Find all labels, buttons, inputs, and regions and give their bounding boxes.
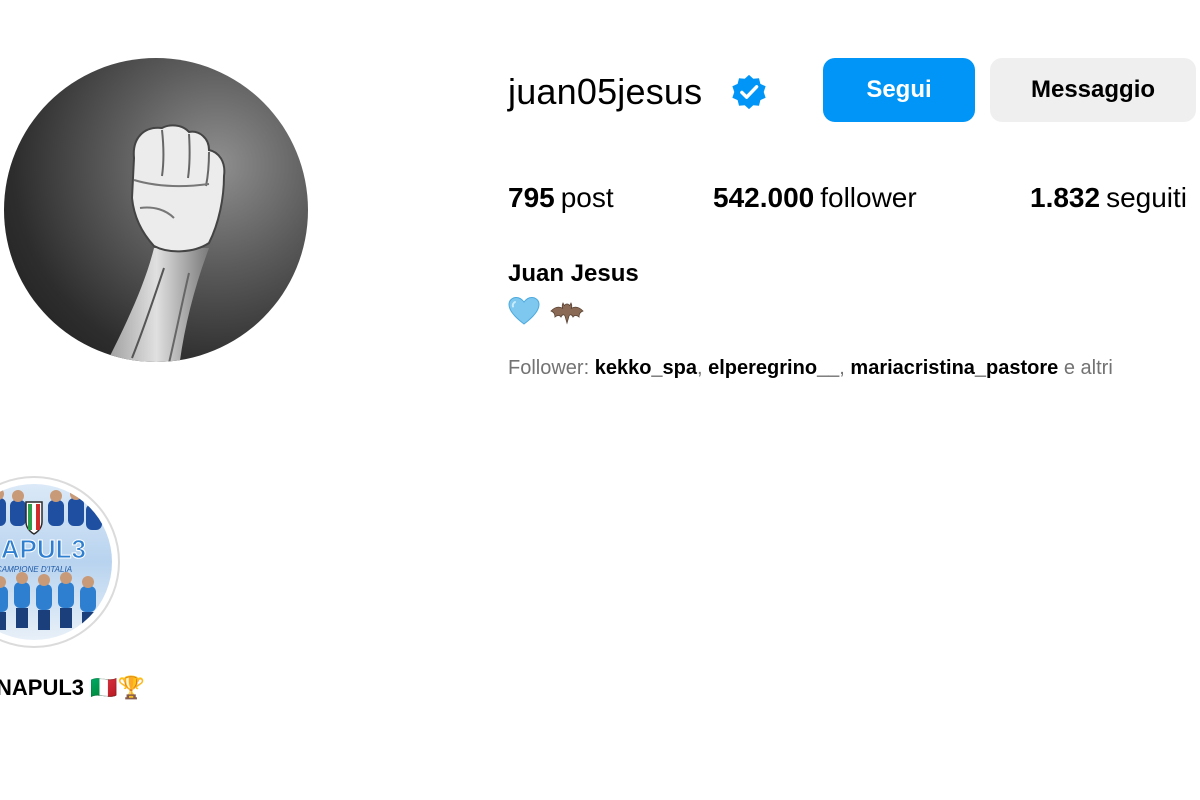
followed-by-line[interactable]: Follower: kekko_spa, elperegrino__, mari… — [508, 354, 1113, 382]
highlight-label: NAPUL3 🇮🇹🏆 — [0, 675, 145, 700]
bat-icon — [550, 302, 584, 325]
following-count-stat[interactable]: 1.832 seguiti — [1030, 180, 1187, 216]
followed-by-separator: , — [839, 357, 851, 379]
followed-by-suffix: e altri — [1058, 357, 1113, 379]
profile-page: juan05jesus Segui Messaggio 795 post 542.… — [0, 0, 1200, 800]
follower-username-link[interactable]: kekko_spa — [595, 357, 697, 379]
followed-by-separator: , — [697, 357, 709, 379]
highlight-cover-subtitle: CAMPIONE D'ITALIA — [0, 565, 72, 574]
highlight-cover-title: NAPUL3 — [0, 534, 86, 564]
followers-label: follower — [820, 182, 917, 213]
full-name: Juan Jesus — [508, 260, 639, 287]
followed-by-prefix: Follower: — [508, 357, 595, 379]
message-button[interactable]: Messaggio — [990, 58, 1196, 122]
bio-emojis — [508, 294, 584, 328]
following-label: seguiti — [1106, 182, 1188, 213]
follower-username-link[interactable]: mariacristina_pastore — [850, 357, 1058, 379]
follower-username-link[interactable]: elperegrino__ — [708, 357, 839, 379]
followers-count: 542.000 — [713, 182, 815, 213]
verified-badge-icon — [732, 74, 766, 110]
posts-count-stat: 795 post — [508, 180, 614, 216]
profile-avatar[interactable] — [4, 58, 308, 362]
raised-fist-photo — [106, 124, 226, 362]
follow-button[interactable]: Segui — [823, 58, 975, 122]
following-count: 1.832 — [1030, 182, 1101, 213]
posts-count: 795 — [508, 182, 555, 213]
followers-count-stat[interactable]: 542.000 follower — [713, 180, 917, 216]
light-blue-heart-icon — [508, 296, 540, 325]
posts-label: post — [560, 182, 614, 213]
username: juan05jesus — [508, 71, 703, 112]
